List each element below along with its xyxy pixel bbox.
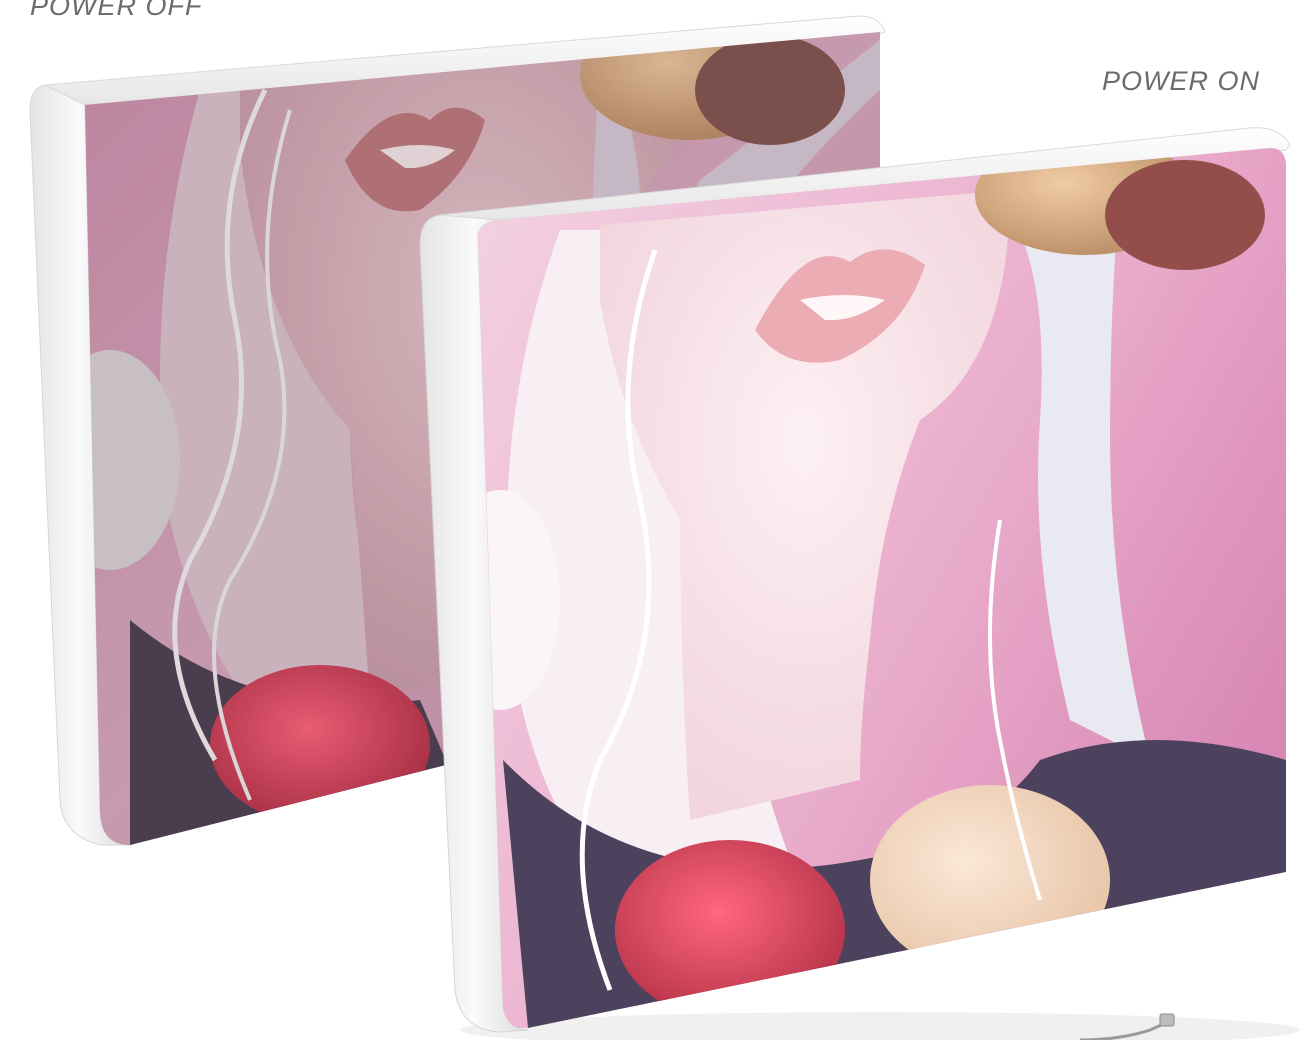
power-on-label: POWER ON	[1102, 66, 1261, 96]
power-off-label: POWER OFF	[30, 0, 203, 21]
product-scene	[29, 15, 1300, 1040]
print-on	[478, 148, 1286, 1029]
lightbox-on	[419, 127, 1300, 1040]
